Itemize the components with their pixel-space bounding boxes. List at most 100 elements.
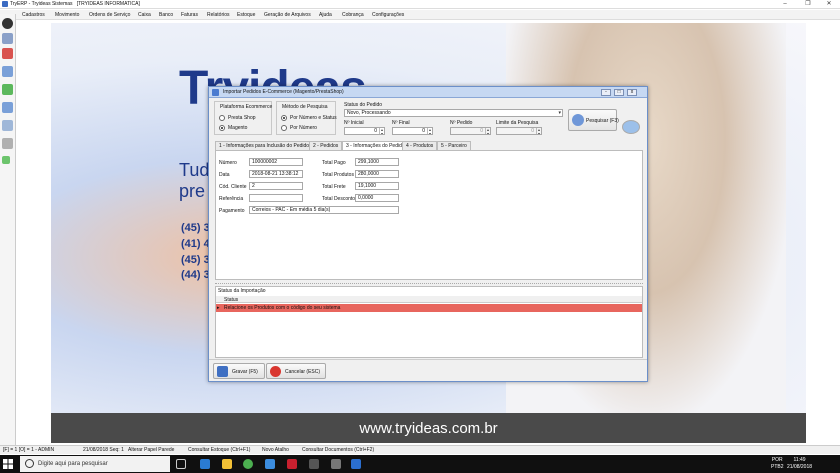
menu-cobranca[interactable]: Cobrança — [342, 12, 364, 18]
menu-estoque[interactable]: Estoque — [237, 12, 255, 18]
search-limit-input[interactable]: 0 ▴ ▾ — [496, 127, 542, 135]
magnifier-icon[interactable] — [2, 102, 13, 113]
end-number-input[interactable]: 0 ▴ ▾ — [392, 127, 433, 135]
table-row[interactable]: ▸ Relacione os Produtos com o código do … — [216, 304, 642, 312]
order-number-input[interactable]: 0 ▴ ▾ — [450, 127, 491, 135]
search-limit-spinner[interactable]: ▴ ▾ — [536, 128, 541, 134]
help-icon[interactable] — [622, 120, 640, 134]
app-icon[interactable] — [309, 459, 319, 469]
chevron-down-icon: ▾ — [558, 110, 561, 116]
tryerp-taskbar-icon[interactable] — [351, 459, 361, 469]
truck-icon[interactable] — [2, 120, 13, 131]
numero-field[interactable]: 100000002 — [249, 158, 303, 166]
dialog-close-button[interactable]: x — [627, 89, 637, 96]
wallpaper-phone: (45) 3 — [181, 254, 210, 266]
dialog-title: Importar Pedidos E-Commerce (Magento/Pre… — [223, 89, 344, 95]
order-number-spinner[interactable]: ▴ ▾ — [485, 128, 490, 134]
menu-cadastros[interactable]: Cadastros — [22, 12, 45, 18]
wallpaper-phone: (41) 4 — [181, 238, 210, 250]
total-desconto-field[interactable]: 0,0000 — [355, 194, 399, 202]
dialog-maximize-button[interactable]: □ — [614, 89, 624, 96]
status-wallpaper-link[interactable]: Alterar Papel Parede — [128, 447, 174, 453]
gift-icon[interactable] — [2, 48, 13, 59]
radio-numero-label: Por Número — [290, 125, 317, 131]
data-field[interactable]: 2018-08-21 13:38:12 — [249, 170, 303, 178]
tab-produtos[interactable]: 4 - Produtos — [402, 141, 438, 150]
radio-numero-status[interactable] — [281, 115, 287, 121]
total-pago-field[interactable]: 299,1000 — [355, 158, 399, 166]
search-icon[interactable] — [2, 33, 13, 44]
taskbar-search-placeholder: Digite aqui para pesquisar — [38, 461, 108, 467]
pagamento-field[interactable]: Correios - PAC - Em média 5 dia(s) — [249, 206, 399, 214]
minimize-button[interactable]: – — [774, 0, 796, 9]
menu-ordens-servico[interactable]: Ordens de Serviço — [89, 12, 130, 18]
system-clock[interactable]: 11:49 21/08/2018 — [787, 457, 812, 471]
cancel-button[interactable]: Cancelar (ESC) — [266, 363, 326, 379]
pdf-reader-icon[interactable] — [287, 459, 297, 469]
file-explorer-icon[interactable] — [222, 459, 232, 469]
language-indicator[interactable]: POR PTB2 — [771, 457, 784, 471]
list-icon[interactable] — [2, 138, 13, 149]
user-icon[interactable] — [2, 18, 13, 29]
numero-label: Número — [219, 160, 237, 166]
menu-configuracoes[interactable]: Configurações — [372, 12, 404, 18]
radio-magento-label: Magento — [228, 125, 248, 131]
order-status-select[interactable]: Novo, Processando ▾ — [344, 109, 563, 117]
task-view-icon[interactable] — [176, 459, 186, 469]
chrome-icon[interactable] — [243, 459, 253, 469]
menu-banco[interactable]: Banco — [159, 12, 173, 18]
panel-splitter[interactable] — [215, 283, 643, 285]
radio-magento[interactable] — [219, 125, 225, 131]
zoom-icon[interactable] — [2, 66, 13, 77]
total-frete-field[interactable]: 19,1000 — [355, 182, 399, 190]
radio-numero-status-label: Por Número e Status — [290, 115, 337, 121]
total-pago-label: Total Pago — [322, 160, 346, 166]
save-button[interactable]: Gravar (F5) — [213, 363, 265, 379]
order-status-value: Novo, Processando — [347, 110, 391, 116]
radio-presta-shop-label: Presta Shop — [228, 115, 256, 121]
language-code: POR — [771, 457, 783, 463]
start-number-value: 0 — [374, 128, 377, 134]
referencia-label: Referência — [219, 196, 244, 202]
tag-icon[interactable] — [2, 156, 10, 164]
dialog-minimize-button[interactable]: - — [601, 89, 611, 96]
tab-pedidos[interactable]: 2 - Pedidos — [309, 141, 343, 150]
wallpaper-tagline-2: pre — [179, 181, 206, 201]
taskbar-search-box[interactable]: Digite aqui para pesquisar — [20, 456, 170, 472]
dialog-button-bar: Gravar (F5) Cancelar (ESC) — [209, 359, 647, 381]
cliente-label: Cód. Cliente — [219, 184, 247, 190]
wallpaper-tagline-1: Tud — [179, 160, 210, 180]
windows-start-icon[interactable] — [3, 459, 13, 469]
status-shortcut-link[interactable]: Novo Atalho — [262, 447, 289, 453]
radio-numero[interactable] — [281, 125, 287, 131]
status-column-header: Status — [224, 297, 239, 303]
start-number-spinner[interactable]: ▴ ▾ — [379, 128, 384, 134]
menu-faturas[interactable]: Faturas — [181, 12, 198, 18]
search-button[interactable]: Pesquisar (F3) — [568, 109, 619, 131]
tab-parceiro[interactable]: 5 - Parceiro — [437, 141, 471, 150]
tab-informacoes-inclusao[interactable]: 1 - Informações para Inclusão do Pedido — [215, 141, 314, 150]
store-icon[interactable] — [265, 459, 275, 469]
app-icon[interactable] — [331, 459, 341, 469]
end-number-spinner[interactable]: ▴ ▾ — [427, 128, 432, 134]
menu-geracao-arquivos[interactable]: Geração de Arquivos — [264, 12, 311, 18]
menu-movimento[interactable]: Movimento — [55, 12, 79, 18]
menu-ajuda[interactable]: Ajuda — [319, 12, 332, 18]
total-produtos-field[interactable]: 280,0000 — [355, 170, 399, 178]
status-documents-link[interactable]: Consultar Documentos (Ctrl+F2) — [302, 447, 374, 453]
start-number-input[interactable]: 0 ▴ ▾ — [344, 127, 385, 135]
dialog-title-bar: Importar Pedidos E-Commerce (Magento/Pre… — [209, 87, 647, 98]
referencia-field[interactable] — [249, 194, 303, 202]
radio-presta-shop[interactable] — [219, 115, 225, 121]
menu-caixa[interactable]: Caixa — [138, 12, 151, 18]
cliente-field[interactable]: 2 — [249, 182, 303, 190]
menu-relatorios[interactable]: Relatórios — [207, 12, 230, 18]
tryideas-icon[interactable] — [2, 84, 13, 95]
status-stock-link[interactable]: Consultar Estoque (Ctrl+F1) — [188, 447, 250, 453]
dialog-app-icon — [212, 89, 219, 96]
status-bar: [F] = 1 [O] = 1 - ADMIN 21/08/2018 Seq: … — [0, 445, 840, 454]
edge-icon[interactable] — [200, 459, 210, 469]
maximize-button[interactable]: ❐ — [797, 0, 819, 9]
close-button[interactable]: ✕ — [818, 0, 840, 9]
tab-bar: 1 - Informações para Inclusão do Pedido … — [215, 141, 643, 151]
